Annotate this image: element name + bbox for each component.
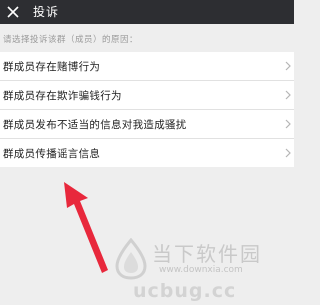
top-bar: 投诉 <box>0 0 294 24</box>
chevron-right-icon <box>285 148 291 158</box>
reason-hint: 请选择投诉该群（成员）的原因： <box>3 35 139 45</box>
watermark-brand: 当下软件园 <box>152 242 262 266</box>
watermark-url: www.downxia.com <box>159 265 243 275</box>
reason-label: 群成员存在欺诈骗钱行为 <box>3 90 122 102</box>
reason-label: 群成员传播谣言信息 <box>3 148 101 160</box>
chevron-right-icon <box>285 90 291 100</box>
reason-label: 群成员存在赌博行为 <box>3 61 101 73</box>
watermark: 当下软件园 www.downxia.com ucbug.cc <box>108 234 292 304</box>
annotation-arrow <box>64 182 108 273</box>
chevron-right-icon <box>285 119 291 129</box>
reason-item-rumors[interactable]: 群成员传播谣言信息 <box>0 139 294 167</box>
page-title: 投诉 <box>33 5 60 19</box>
reason-label: 群成员发布不适当的信息对我造成骚扰 <box>3 119 187 131</box>
watermark-logo-icon <box>115 238 147 280</box>
reason-item-harassment[interactable]: 群成员发布不适当的信息对我造成骚扰 <box>0 110 294 139</box>
reason-item-gambling[interactable]: 群成员存在赌博行为 <box>0 52 294 81</box>
reason-list: 群成员存在赌博行为 群成员存在欺诈骗钱行为 群成员发布不适当的信息对我造成骚扰 … <box>0 52 294 167</box>
chevron-right-icon <box>285 61 291 71</box>
watermark-alt: ucbug.cc <box>133 280 237 302</box>
reason-item-fraud[interactable]: 群成员存在欺诈骗钱行为 <box>0 81 294 110</box>
close-icon[interactable] <box>5 4 21 20</box>
